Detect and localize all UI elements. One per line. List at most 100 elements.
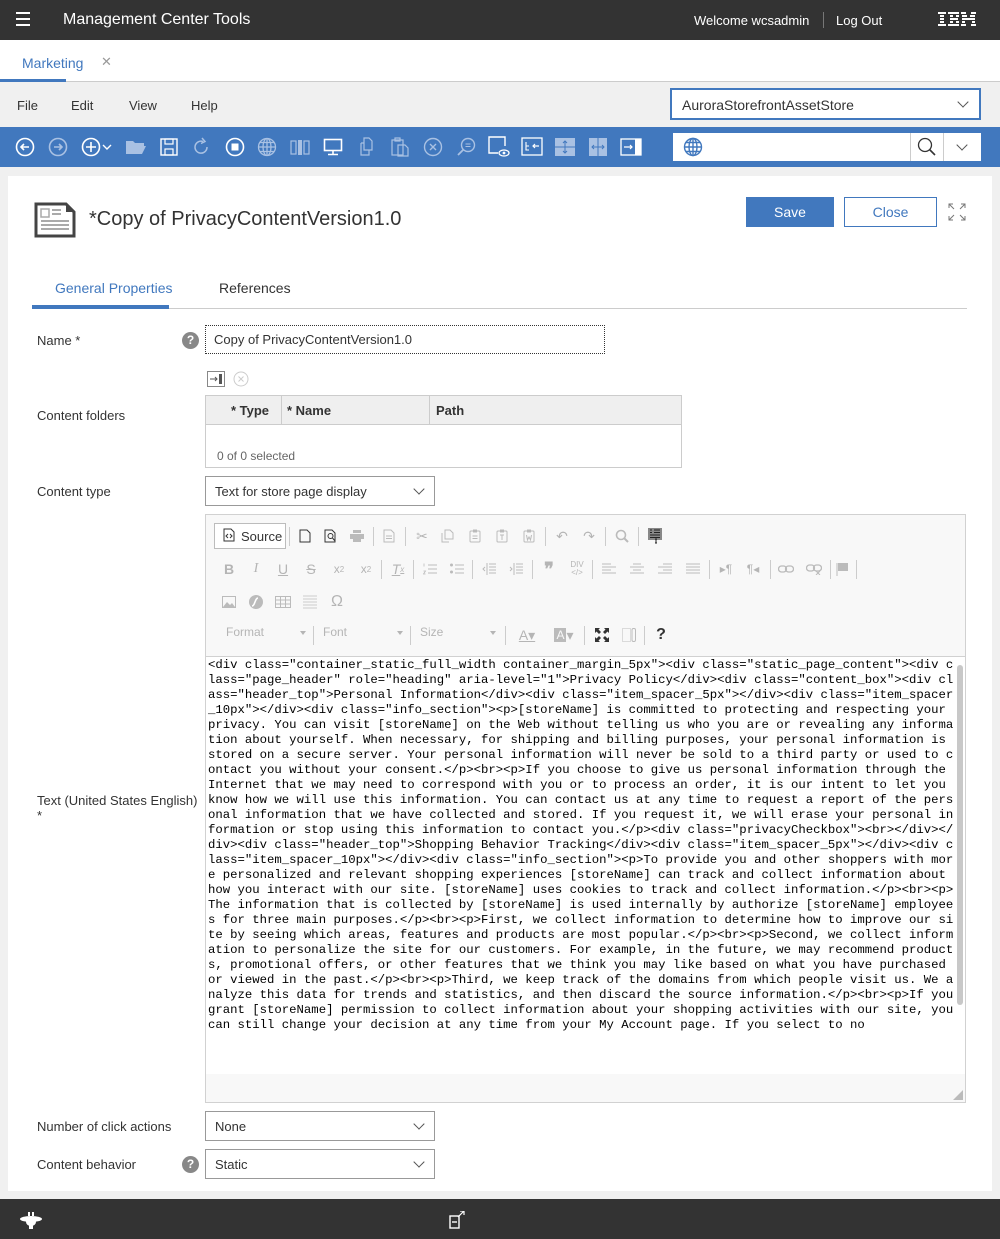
open-icon[interactable]: [125, 136, 147, 158]
remove-format-icon[interactable]: Tx: [387, 556, 409, 582]
text-direction-ltr-icon[interactable]: ▸¶: [715, 556, 737, 582]
size-combo[interactable]: Size: [420, 625, 496, 645]
paste-icon[interactable]: [389, 136, 411, 158]
open-in-utilities-icon[interactable]: [620, 136, 642, 158]
underline-icon[interactable]: U: [272, 556, 294, 582]
find-icon[interactable]: [455, 136, 477, 158]
print-icon[interactable]: [346, 523, 368, 549]
open-new-window-icon[interactable]: [449, 1210, 465, 1232]
about-icon[interactable]: ?: [650, 622, 672, 648]
font-combo[interactable]: Font: [323, 625, 403, 645]
refresh-icon[interactable]: [190, 136, 212, 158]
content-type-select[interactable]: Text for store page display: [205, 476, 435, 506]
copy-icon[interactable]: [356, 136, 378, 158]
split-view-icon[interactable]: [289, 136, 311, 158]
collapse-icon[interactable]: [554, 136, 576, 158]
back-icon[interactable]: [14, 136, 36, 158]
special-character-icon[interactable]: Ω: [326, 589, 348, 615]
resize-handle[interactable]: [953, 1090, 963, 1100]
text-direction-rtl-icon[interactable]: ¶◂: [742, 556, 764, 582]
menu-file[interactable]: File: [17, 98, 38, 113]
image-icon[interactable]: [218, 589, 240, 615]
numbered-list-icon[interactable]: [419, 556, 441, 582]
italic-icon[interactable]: I: [245, 556, 267, 582]
link-icon[interactable]: [775, 556, 797, 582]
bold-icon[interactable]: B: [218, 556, 240, 582]
background-color-icon[interactable]: A ▾: [549, 622, 579, 648]
cut-icon[interactable]: ✂: [411, 523, 433, 549]
redo-icon[interactable]: ↷: [578, 523, 600, 549]
blockquote-icon[interactable]: ❞: [538, 556, 560, 582]
subscript-icon[interactable]: x2: [328, 556, 350, 582]
preview-icon[interactable]: [322, 136, 344, 158]
paste-from-word-icon[interactable]: [518, 523, 540, 549]
stop-icon[interactable]: [224, 136, 246, 158]
text-color-icon[interactable]: A▾: [512, 622, 542, 648]
maximize-icon[interactable]: [591, 622, 613, 648]
find-icon[interactable]: [611, 523, 633, 549]
store-preview-icon[interactable]: [488, 136, 510, 158]
hamburger-menu-icon[interactable]: [16, 12, 30, 26]
column-header-name[interactable]: * Name: [282, 396, 430, 425]
help-icon[interactable]: ?: [182, 1156, 199, 1173]
decrease-indent-icon[interactable]: [478, 556, 500, 582]
undo-icon[interactable]: ↶: [551, 523, 573, 549]
show-blocks-icon[interactable]: [618, 622, 640, 648]
superscript-icon[interactable]: x2: [355, 556, 377, 582]
language-icon[interactable]: [256, 136, 278, 158]
delete-icon[interactable]: [422, 136, 444, 158]
paste-icon[interactable]: [464, 523, 486, 549]
content-folders-grid[interactable]: * Type * Name Path 0 of 0 selected: [205, 395, 682, 468]
name-field[interactable]: [205, 325, 605, 354]
align-right-icon[interactable]: [654, 556, 676, 582]
align-center-icon[interactable]: [626, 556, 648, 582]
close-button[interactable]: Close: [844, 197, 937, 227]
show-in-explorer-icon[interactable]: [521, 136, 543, 158]
table-icon[interactable]: [272, 589, 294, 615]
increase-indent-icon[interactable]: [505, 556, 527, 582]
new-page-icon[interactable]: [294, 523, 316, 549]
chevron-down-icon[interactable]: [956, 139, 968, 151]
create-new-icon[interactable]: [80, 136, 102, 158]
paste-text-icon[interactable]: [491, 523, 513, 549]
content-behavior-select[interactable]: Static: [205, 1149, 435, 1179]
logout-link[interactable]: Log Out: [836, 13, 882, 28]
menu-view[interactable]: View: [129, 98, 157, 113]
format-combo[interactable]: Format: [226, 625, 306, 645]
vertical-scrollbar[interactable]: [957, 665, 963, 1005]
create-div-icon[interactable]: DIV </>: [566, 556, 588, 582]
flash-icon[interactable]: [245, 589, 267, 615]
chevron-down-icon[interactable]: [101, 136, 113, 158]
column-header-path[interactable]: Path: [430, 396, 681, 425]
bee-icon[interactable]: [19, 1212, 43, 1233]
horizontal-line-icon[interactable]: [299, 589, 321, 615]
save-icon[interactable]: [158, 136, 180, 158]
forward-icon[interactable]: [47, 136, 69, 158]
templates-icon[interactable]: [378, 523, 400, 549]
help-icon[interactable]: ?: [182, 332, 199, 349]
tab-references[interactable]: References: [219, 280, 291, 296]
source-button[interactable]: Source: [214, 523, 286, 549]
anchor-icon[interactable]: [831, 556, 853, 582]
strikethrough-icon[interactable]: S: [300, 556, 322, 582]
source-text-content[interactable]: <div class="container_static_full_width …: [208, 658, 956, 1033]
search-input[interactable]: [709, 135, 905, 159]
menu-help[interactable]: Help: [191, 98, 218, 113]
search-icon[interactable]: [917, 137, 937, 160]
copy-icon[interactable]: [437, 523, 459, 549]
justify-icon[interactable]: [682, 556, 704, 582]
find-and-add-icon[interactable]: [207, 371, 225, 390]
source-textarea[interactable]: <div class="container_static_full_width …: [206, 656, 965, 1074]
tab-marketing[interactable]: Marketing: [0, 40, 83, 82]
search-box[interactable]: [673, 133, 981, 161]
bulleted-list-icon[interactable]: [446, 556, 468, 582]
close-icon[interactable]: ✕: [101, 54, 112, 70]
unlink-icon[interactable]: [803, 556, 825, 582]
column-header-type[interactable]: * Type: [206, 396, 282, 425]
preview-icon[interactable]: [320, 523, 342, 549]
tab-general-properties[interactable]: General Properties: [55, 280, 173, 296]
expand-icon[interactable]: [587, 136, 609, 158]
click-actions-select[interactable]: None: [205, 1111, 435, 1141]
save-button[interactable]: Save: [746, 197, 834, 227]
align-left-icon[interactable]: [598, 556, 620, 582]
